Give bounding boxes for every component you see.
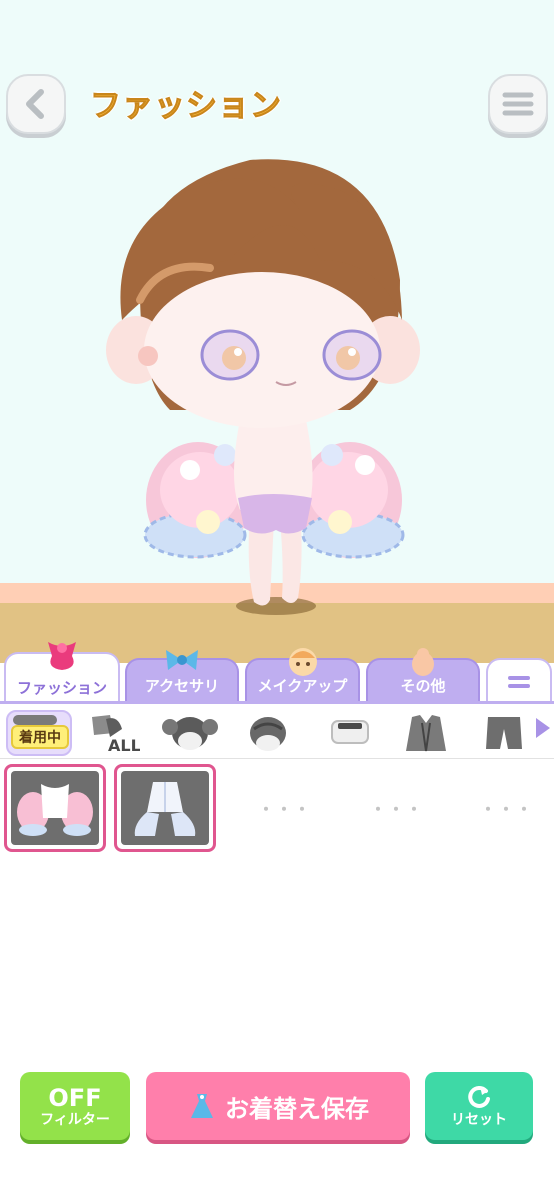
save-outfit-button[interactable]: お着替え保存 (146, 1072, 410, 1140)
equals-icon (508, 676, 530, 688)
menu-button[interactable] (488, 74, 548, 134)
tab-makeup[interactable]: メイクアップ (245, 648, 360, 702)
tab-label: メイクアップ (257, 677, 348, 695)
filter-state: OFF (48, 1083, 102, 1112)
sub-hat[interactable] (240, 710, 296, 756)
item-white-lace-sleeves[interactable] (114, 764, 216, 852)
avatar-character[interactable] (100, 150, 420, 630)
empty-slot: ・・・ (258, 800, 313, 819)
save-label: お着替え保存 (225, 1094, 369, 1123)
reset-button[interactable]: リセット (425, 1072, 533, 1140)
blue-bow-icon (166, 650, 198, 670)
glasses-icon (331, 720, 369, 744)
item-frill-ruffle-sleeves[interactable] (4, 764, 106, 852)
pants-icon (486, 717, 522, 749)
scroll-right-arrow-icon[interactable] (536, 718, 550, 738)
tab-more-button[interactable] (486, 658, 552, 704)
hat-icon (250, 717, 286, 751)
pet-icon (412, 648, 434, 676)
sub-wearing[interactable]: 着用中 (6, 710, 72, 756)
category-tabs: ファッション アクセサリ メイクアップ その他 (0, 642, 554, 704)
ruffle-right (298, 442, 405, 559)
filter-button[interactable]: OFF フィルター (20, 1072, 130, 1140)
jacket-icon (406, 715, 446, 752)
frill-sleeves-thumbnail (17, 784, 93, 836)
wearing-label: 着用中 (11, 725, 69, 749)
all-label: ALL (108, 736, 140, 755)
hair-icon (162, 717, 218, 750)
back-button[interactable] (6, 74, 66, 134)
face-icon (288, 648, 317, 676)
lace-sleeves-thumbnail (134, 782, 196, 836)
tab-label: その他 (400, 677, 446, 695)
sub-hair[interactable] (162, 710, 218, 756)
sub-pants[interactable] (476, 710, 532, 756)
page-title: ファッション (90, 88, 282, 125)
reset-icon (468, 1085, 490, 1108)
tab-label: アクセサリ (144, 677, 220, 695)
sub-jacket[interactable] (398, 710, 454, 756)
tab-label: ファッション (16, 679, 107, 697)
chevron-left-icon (26, 89, 44, 119)
hamburger-menu-icon (502, 92, 534, 116)
reset-label: リセット (451, 1112, 507, 1128)
ruffle-left (143, 442, 250, 559)
sub-all[interactable]: ALL (84, 710, 140, 756)
sub-category-bar: 着用中 ALL (0, 701, 554, 759)
empty-slot: ・・・ (480, 800, 535, 819)
tab-accessory[interactable]: アクセサリ (125, 650, 239, 702)
tab-fashion[interactable]: ファッション (4, 642, 120, 704)
sub-glasses[interactable] (322, 710, 378, 756)
empty-slot: ・・・ (370, 800, 425, 819)
tab-other[interactable]: その他 (366, 648, 480, 702)
filter-label: フィルター (40, 1111, 110, 1128)
ribbon-dress-icon (48, 642, 76, 670)
all-items-icon: ALL (92, 715, 140, 755)
dress-icon (191, 1094, 213, 1118)
wearing-icon: 着用中 (9, 713, 69, 753)
